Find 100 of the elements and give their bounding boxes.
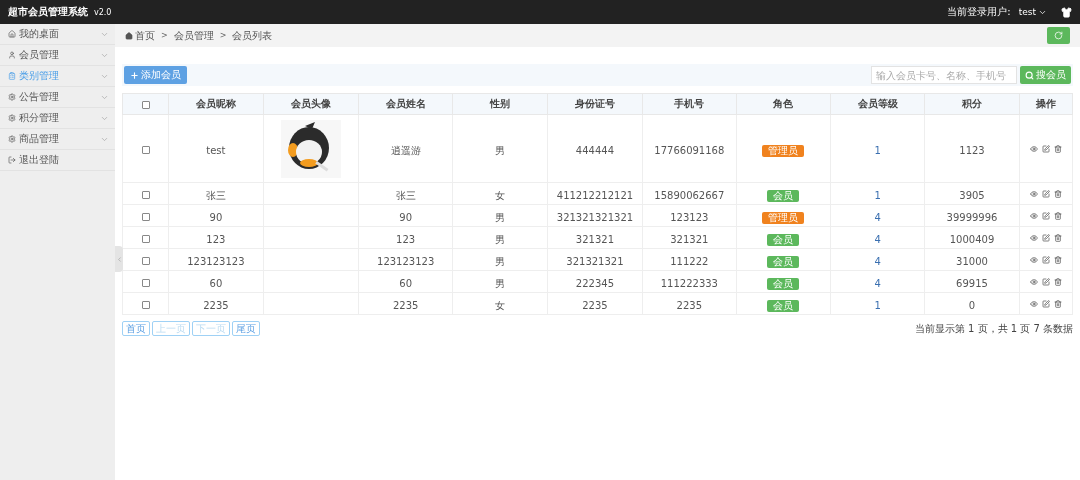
edit-icon[interactable] <box>1041 233 1050 242</box>
table-cell: 31000 <box>956 256 988 267</box>
user-menu[interactable]: test <box>1018 7 1047 17</box>
delete-icon[interactable] <box>1053 233 1062 242</box>
row-checkbox[interactable] <box>141 145 150 154</box>
role-badge: 会员 <box>767 234 800 246</box>
sidebar-item[interactable]: 退出登陆 <box>0 150 115 171</box>
table-cell: 39999996 <box>946 212 998 223</box>
version-label: v2.0 <box>94 7 112 17</box>
row-checkbox[interactable] <box>141 256 150 265</box>
page-info: 当前显示第 1 页，共 1 页 7 条数据 <box>914 321 1073 336</box>
table-cell: 2235 <box>203 300 229 311</box>
caret-icon <box>115 255 123 263</box>
edit-icon[interactable] <box>1041 144 1050 153</box>
table-cell: 0 <box>968 300 976 311</box>
table-cell: 1123 <box>959 145 985 156</box>
table-cell: 123123 <box>670 212 709 223</box>
column-header: 身份证号 <box>574 98 615 109</box>
table-cell: 1000409 <box>949 234 995 245</box>
table-cell: 2235 <box>676 300 703 311</box>
view-icon[interactable] <box>1029 277 1038 286</box>
shirt-icon[interactable] <box>1061 6 1072 18</box>
role-badge: 会员 <box>767 278 800 290</box>
column-header: 会员等级 <box>857 98 898 109</box>
logout-icon <box>8 156 16 164</box>
gear-icon <box>8 135 16 143</box>
edit-icon[interactable] <box>1041 255 1050 264</box>
row-checkbox[interactable] <box>141 190 150 199</box>
delete-icon[interactable] <box>1053 277 1062 286</box>
delete-icon[interactable] <box>1053 255 1062 264</box>
row-checkbox[interactable] <box>141 300 150 309</box>
row-checkbox[interactable] <box>141 234 150 243</box>
select-all-checkbox[interactable] <box>141 100 150 109</box>
view-icon[interactable] <box>1029 255 1038 264</box>
edit-icon[interactable] <box>1041 299 1050 308</box>
sidebar-item[interactable]: 商品管理 <box>0 129 115 150</box>
table-cell: 90 <box>209 212 223 223</box>
sidebar-item[interactable]: 会员管理 <box>0 45 115 66</box>
view-icon[interactable] <box>1029 144 1038 153</box>
role-badge: 会员 <box>767 300 800 312</box>
delete-icon[interactable] <box>1053 144 1062 153</box>
column-header: 积分 <box>962 98 982 109</box>
breadcrumb-link[interactable]: 会员列表 <box>232 28 273 43</box>
view-icon[interactable] <box>1029 233 1038 242</box>
gear-icon <box>8 114 16 122</box>
table-cell: 321321 <box>670 234 709 245</box>
table-cell: 411212212121 <box>556 190 634 201</box>
table-cell: 逍遥游 <box>390 145 421 156</box>
edit-icon[interactable] <box>1041 211 1050 220</box>
table-cell: 321321 <box>575 234 615 245</box>
table-cell: 17766091168 <box>654 145 725 156</box>
collapse-handle[interactable] <box>115 246 123 272</box>
view-icon[interactable] <box>1029 189 1038 198</box>
role-badge: 管理员 <box>762 145 805 157</box>
table-cell: 60 <box>399 278 413 289</box>
table-cell: 123123123 <box>187 256 245 267</box>
edit-icon[interactable] <box>1041 189 1050 198</box>
column-header: 会员姓名 <box>385 98 426 109</box>
breadcrumb-separator: > <box>219 31 227 40</box>
breadcrumb-separator: > <box>161 31 168 40</box>
delete-icon[interactable] <box>1053 189 1062 198</box>
breadcrumb-link[interactable]: 首页 <box>125 28 155 43</box>
table-cell: 男 <box>495 256 506 267</box>
table-cell: 女 <box>495 300 506 311</box>
search-icon <box>1025 70 1034 80</box>
table-cell: 90 <box>399 212 413 223</box>
table-cell: 4 <box>874 256 881 267</box>
edit-icon[interactable] <box>1041 277 1050 286</box>
breadcrumb-link[interactable]: 会员管理 <box>173 28 214 43</box>
sidebar-item[interactable]: 公告管理 <box>0 87 115 108</box>
table-cell: 111222333 <box>660 278 718 289</box>
table-cell: 3905 <box>959 190 985 201</box>
user-icon <box>8 51 16 59</box>
table-cell: 男 <box>495 145 506 156</box>
sidebar-item[interactable]: 积分管理 <box>0 108 115 129</box>
row-checkbox[interactable] <box>141 212 150 221</box>
clipboard-icon <box>8 72 16 80</box>
table-cell: test <box>206 145 226 156</box>
gear-icon <box>8 93 16 101</box>
column-header: 会员头像 <box>290 98 331 109</box>
table-cell: 222345 <box>575 278 615 289</box>
view-icon[interactable] <box>1029 299 1038 308</box>
home-icon <box>8 30 16 38</box>
role-badge: 会员 <box>767 256 800 268</box>
table-cell: 123 <box>396 234 416 245</box>
table-cell: 男 <box>495 234 506 245</box>
refresh-icon <box>1054 31 1063 40</box>
table-cell: 张三 <box>395 190 416 201</box>
table-cell: 2235 <box>392 300 419 311</box>
row-checkbox[interactable] <box>141 278 150 287</box>
delete-icon[interactable] <box>1053 299 1062 308</box>
table-cell: 2235 <box>582 300 608 311</box>
table-cell: 123 <box>206 234 226 245</box>
table-cell: 1 <box>874 300 881 311</box>
table-cell: 4 <box>874 234 881 245</box>
table-cell: 111222 <box>670 256 709 267</box>
search-field[interactable]: 输入会员卡号、名称、手机号 <box>871 66 1017 84</box>
table-cell: 321321321 <box>566 256 624 267</box>
delete-icon[interactable] <box>1053 211 1062 220</box>
view-icon[interactable] <box>1029 211 1038 220</box>
